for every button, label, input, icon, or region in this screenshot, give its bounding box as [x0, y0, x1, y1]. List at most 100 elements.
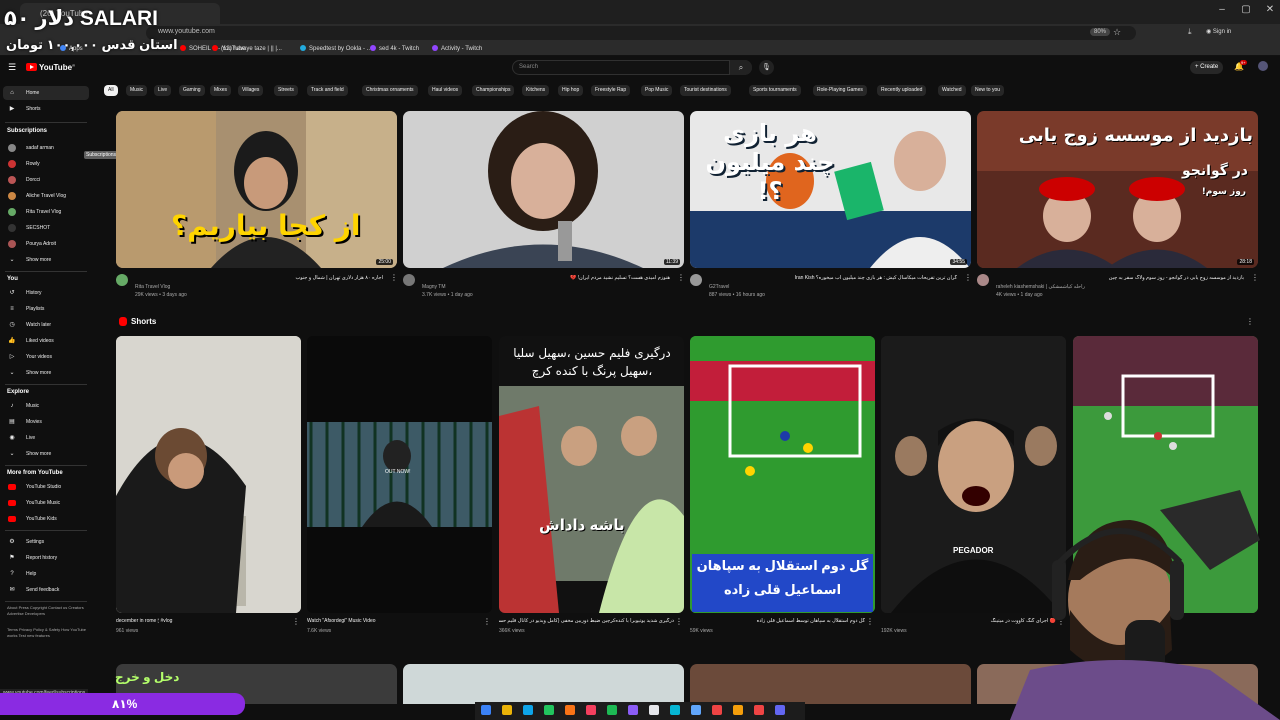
- browser-sign-in[interactable]: ◉ Sign in: [1206, 28, 1231, 35]
- chip-all[interactable]: All: [104, 85, 118, 96]
- chip-role-playing-games[interactable]: Role-Playing Games: [813, 85, 867, 96]
- short-title[interactable]: گل دوم استقلال به سپاهان توسط اسماعیل قل…: [690, 618, 865, 624]
- spotify-icon[interactable]: [607, 705, 617, 715]
- channel-avatar[interactable]: [690, 274, 702, 286]
- video-more-icon[interactable]: ⋮: [1251, 273, 1259, 282]
- video-channel[interactable]: Rita Travel Vlog: [135, 284, 170, 290]
- video-more-icon[interactable]: ⋮: [677, 273, 685, 282]
- chip-championships[interactable]: Championships: [472, 85, 515, 96]
- sidebar-item-youtube-studio[interactable]: YouTube Studio: [3, 480, 89, 494]
- video-channel[interactable]: G2Travel: [709, 284, 729, 290]
- video-title[interactable]: هنوزم امیدی هست؟ تسلیم نشید مردم ایران! …: [420, 275, 670, 281]
- search-input[interactable]: [512, 60, 752, 75]
- bookmark-item[interactable]: Activity - Twitch: [432, 45, 482, 52]
- video-channel[interactable]: Magny TM: [422, 284, 446, 290]
- sidebar-item-shorts[interactable]: ▶ Shorts: [3, 102, 89, 116]
- chip-tourist-destinations[interactable]: Tourist destinations: [680, 85, 731, 96]
- sidebar-item-send-feedback[interactable]: ✉ Send feedback: [3, 583, 89, 597]
- chip-pop-music[interactable]: Pop Music: [641, 85, 673, 96]
- chip-kitchens[interactable]: Kitchens: [522, 85, 550, 96]
- avatar[interactable]: [1258, 61, 1268, 71]
- short-thumbnail[interactable]: [116, 336, 301, 613]
- sidebar-item-liked-videos[interactable]: 👍 Liked videos: [3, 334, 89, 348]
- address-bar[interactable]: [146, 26, 1136, 40]
- sidebar-item-show-more[interactable]: ⌄ Show more: [3, 447, 89, 461]
- app-icon[interactable]: [691, 705, 701, 715]
- chip-christmas-ornaments[interactable]: Christmas ornaments: [362, 85, 418, 96]
- short-more-icon[interactable]: ⋮: [675, 617, 683, 626]
- bookmark-item[interactable]: Speedtest by Ookla - ...: [300, 45, 372, 52]
- search-button[interactable]: ⌕: [729, 60, 752, 75]
- chip-gaming[interactable]: Gaming: [179, 85, 205, 96]
- short-thumbnail[interactable]: OUT NOW!: [307, 336, 492, 613]
- chip-track-and-field[interactable]: Track and field: [307, 85, 348, 96]
- sidebar-subscription[interactable]: ⌄ Show more: [3, 253, 89, 267]
- channel-avatar[interactable]: [977, 274, 989, 286]
- sidebar-item-help[interactable]: ? Help: [3, 567, 89, 581]
- next-row-thumbnail[interactable]: [403, 664, 684, 704]
- app-icon[interactable]: [565, 705, 575, 715]
- sidebar-item-live[interactable]: ◉ Live: [3, 431, 89, 445]
- sidebar-subscription[interactable]: Rita Travel Vlog: [3, 205, 89, 219]
- sidebar-subscription[interactable]: Dorcci: [3, 173, 89, 187]
- short-title[interactable]: Watch "Afsordegi" Music Video: [307, 618, 482, 624]
- shorts-more-icon[interactable]: ⋮: [1246, 317, 1254, 326]
- short-thumbnail[interactable]: درگیری فلیم حسین ،سهیل سلیا ،سهیل پرنگ ب…: [499, 336, 684, 613]
- video-thumbnail[interactable]: از کجا بیاریم؟ 25:00: [116, 111, 397, 268]
- star-icon[interactable]: ☆: [1113, 27, 1121, 38]
- short-more-icon[interactable]: ⋮: [866, 617, 874, 626]
- channel-avatar[interactable]: [116, 274, 128, 286]
- chrome-icon[interactable]: [754, 705, 764, 715]
- chip-haul-videos[interactable]: Haul videos: [428, 85, 463, 96]
- sidebar-item-youtube-kids[interactable]: YouTube Kids: [3, 512, 89, 526]
- video-title[interactable]: بازدید از موسسه زوج یابی در گوانجو - روز…: [994, 275, 1244, 281]
- you-heading[interactable]: You: [7, 276, 18, 282]
- short-more-icon[interactable]: ⋮: [292, 617, 300, 626]
- sidebar-subscription[interactable]: Aliche Travel Vlog: [3, 189, 89, 203]
- chip-villages[interactable]: Villages: [238, 85, 264, 96]
- sidebar-item-your-videos[interactable]: ▷ Your videos: [3, 350, 89, 364]
- app-icon[interactable]: [586, 705, 596, 715]
- bookmark-item[interactable]: sed 4k - Twitch: [370, 45, 419, 52]
- close-icon[interactable]: ✕: [1258, 4, 1280, 15]
- download-icon[interactable]: ⤓: [1188, 27, 1192, 37]
- chip-sports-tournaments[interactable]: Sports tournaments: [749, 85, 801, 96]
- chip-watched[interactable]: Watched: [938, 85, 966, 96]
- sidebar-item-youtube-music[interactable]: YouTube Music: [3, 496, 89, 510]
- sidebar-item-settings[interactable]: ⚙ Settings: [3, 535, 89, 549]
- file-explorer-icon[interactable]: [502, 705, 512, 715]
- chip-freestyle-rap[interactable]: Freestyle Rap: [591, 85, 631, 96]
- chip-streets[interactable]: Streets: [274, 85, 298, 96]
- chip-music[interactable]: Music: [126, 85, 148, 96]
- chip-live[interactable]: Live: [154, 85, 172, 96]
- short-thumbnail[interactable]: گل دوم استقلال به سپاهان اسماعیل قلی زاده: [690, 336, 875, 613]
- windows-start-icon[interactable]: [481, 705, 491, 715]
- video-more-icon[interactable]: ⋮: [390, 273, 398, 282]
- sidebar-subscription[interactable]: SECSHOT: [3, 221, 89, 235]
- youtube-logo[interactable]: YouTubeIR: [26, 63, 75, 72]
- create-button[interactable]: + Create: [1190, 61, 1224, 74]
- short-more-icon[interactable]: ⋮: [483, 617, 491, 626]
- sidebar-item-watch-later[interactable]: ◷ Watch later: [3, 318, 89, 332]
- video-title[interactable]: گران ترین تفریحات میکاسال کیش : هر بازی …: [707, 275, 957, 281]
- discord-icon[interactable]: [775, 705, 785, 715]
- video-more-icon[interactable]: ⋮: [964, 273, 972, 282]
- sidebar-subscription[interactable]: sadaf arman: [3, 141, 89, 155]
- short-title[interactable]: december in rome 🕯 #vlog: [116, 618, 291, 624]
- steam-icon[interactable]: [670, 705, 680, 715]
- document-icon[interactable]: [649, 705, 659, 715]
- mic-button[interactable]: 🎙: [759, 60, 774, 75]
- video-title[interactable]: اجاره ۸۰ هزار دلاری تهران | شمال و جنوب: [133, 275, 384, 281]
- sidebar-item-history[interactable]: ↺ History: [3, 286, 89, 300]
- sidebar-subscription[interactable]: Rowly: [3, 157, 89, 171]
- sidebar-item-show-more[interactable]: ⌄ Show more: [3, 366, 89, 380]
- maximize-icon[interactable]: ▢: [1234, 4, 1258, 15]
- bookmark-item[interactable]: Apps: [60, 45, 83, 52]
- chip-hip-hop[interactable]: Hip hop: [558, 85, 584, 96]
- firefox-icon[interactable]: [733, 705, 743, 715]
- chip-recently-uploaded[interactable]: Recently uploaded: [877, 85, 927, 96]
- menu-icon[interactable]: ☰: [8, 62, 16, 73]
- footer-links[interactable]: About Press Copyright Contact us Creator…: [7, 605, 87, 617]
- video-thumbnail[interactable]: 11:39: [403, 111, 684, 268]
- store-icon[interactable]: [544, 705, 554, 715]
